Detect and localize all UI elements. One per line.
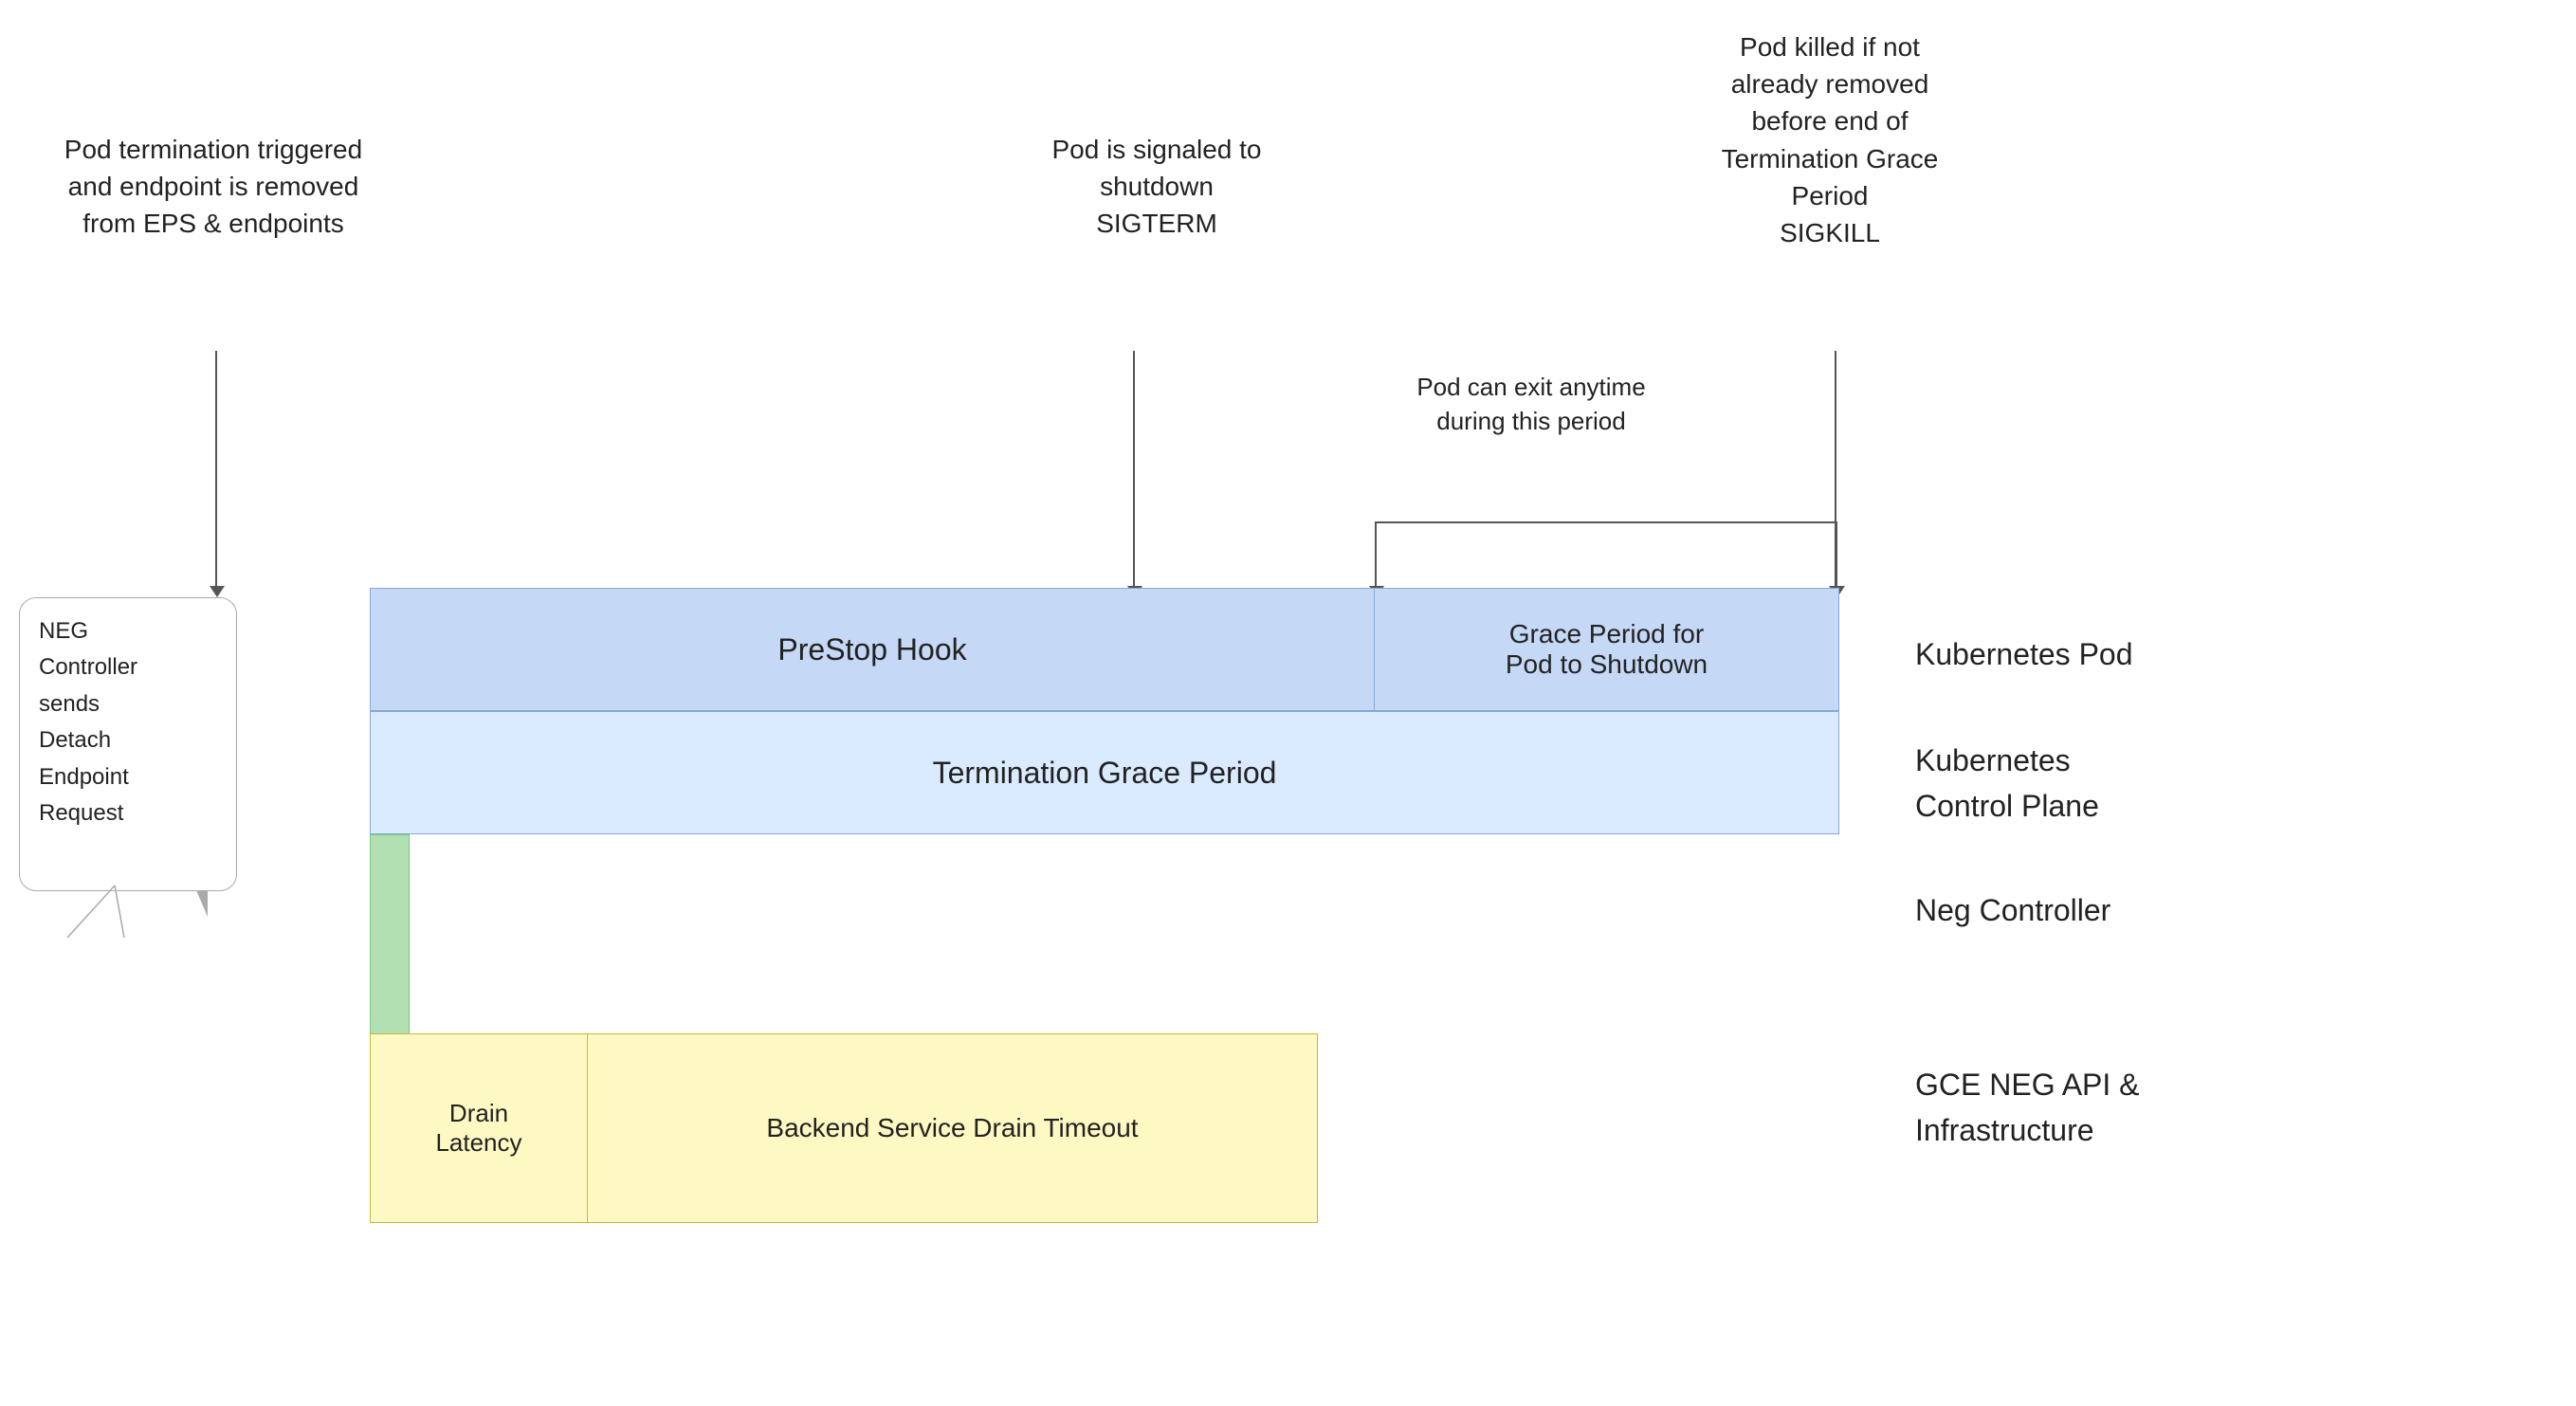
row-label-gce-neg: GCE NEG API &Infrastructure [1915,1062,2140,1153]
termination-grace-label: Termination Grace Period [933,756,1277,791]
drain-latency-label: DrainLatency [435,1099,521,1158]
prestop-hook-label: PreStop Hook [777,632,966,667]
backend-drain-label: Backend Service Drain Timeout [766,1113,1138,1143]
row-label-kubernetes-cp: KubernetesControl Plane [1915,738,2099,829]
row-label-neg-controller: Neg Controller [1915,889,2110,932]
termination-grace-bar: Termination Grace Period [370,711,1839,834]
gce-neg-row: DrainLatency Backend Service Drain Timeo… [370,1033,1318,1223]
grace-period-bar: Grace Period forPod to Shutdown [1375,588,1839,711]
drain-latency-bar: DrainLatency [370,1033,588,1223]
arrow-pod-termination [215,351,217,588]
bracket-right-tick [1836,521,1837,588]
neg-bubble: NEGControllersendsDetachEndpointRequest [19,597,237,891]
annotation-pod-signaled: Pod is signaled toshutdownSIGTERM [1005,131,1308,243]
prestop-hook-bar: PreStop Hook [370,588,1375,711]
bracket-left-tick [1375,521,1377,588]
annotation-pod-can-exit: Pod can exit anytimeduring this period [1394,370,1669,439]
backend-drain-bar: Backend Service Drain Timeout [588,1033,1318,1223]
row-label-kubernetes-pod: Kubernetes Pod [1915,633,2133,676]
annotation-pod-killed: Pod killed if notalready removedbefore e… [1650,28,2010,251]
arrow-pod-signaled [1133,351,1135,588]
neg-controller-bar [370,834,410,1043]
grace-period-label: Grace Period forPod to Shutdown [1506,619,1708,680]
diagram-container: Pod termination triggered and endpoint i… [0,0,2576,1406]
annotation-pod-termination: Pod termination triggered and endpoint i… [52,131,375,243]
bracket-top-line [1375,521,1837,523]
